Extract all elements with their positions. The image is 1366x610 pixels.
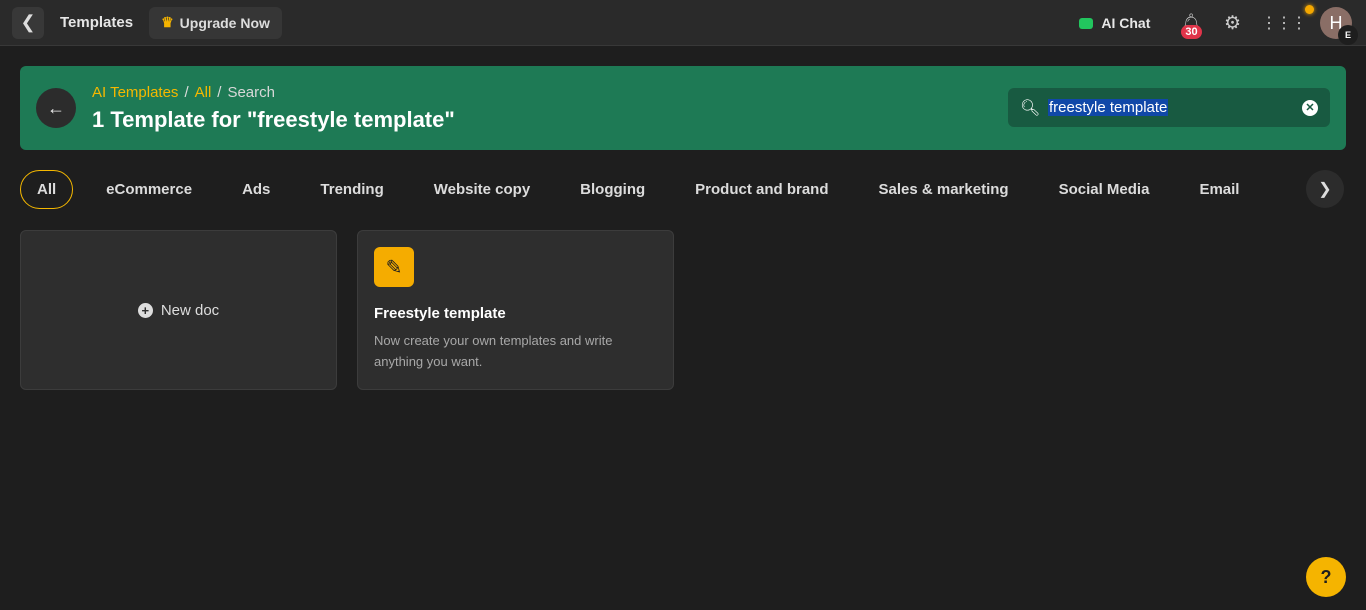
tab-email[interactable]: Email bbox=[1174, 170, 1264, 209]
new-doc-label: New doc bbox=[160, 301, 220, 319]
chevron-right-icon: ❯ bbox=[1318, 181, 1332, 198]
search-icon: 🔍︎ bbox=[1020, 99, 1041, 117]
breadcrumb-ai-templates[interactable]: AI Templates bbox=[92, 84, 178, 101]
results-heading: 1 Template for "freestyle template" bbox=[92, 107, 455, 132]
tab-website-copy[interactable]: Website copy bbox=[409, 170, 555, 209]
ai-chat-button[interactable]: AI Chat bbox=[1079, 15, 1150, 31]
grid-icon: ⋮⋮⋮ bbox=[1261, 15, 1307, 32]
chat-icon bbox=[1079, 17, 1094, 29]
apps-button[interactable]: ⋮⋮⋮ bbox=[1261, 5, 1314, 33]
clear-search-icon[interactable]: ✕ bbox=[1302, 99, 1318, 116]
new-doc-card[interactable]: + New doc bbox=[20, 230, 337, 390]
breadcrumb-all[interactable]: All bbox=[195, 84, 212, 101]
status-dot bbox=[1305, 5, 1314, 14]
workspace-badge: E bbox=[1338, 25, 1358, 45]
template-card[interactable]: ✎ Freestyle template Now create your own… bbox=[357, 230, 674, 390]
breadcrumb-separator: / bbox=[184, 84, 189, 101]
tab-blogging[interactable]: Blogging bbox=[555, 170, 670, 209]
arrow-left-icon: ← bbox=[47, 97, 65, 118]
pencil-icon: ✎ bbox=[374, 247, 414, 287]
tab-product-and-brand[interactable]: Product and brand bbox=[670, 170, 853, 209]
banner-back-button[interactable]: ← bbox=[36, 88, 76, 128]
breadcrumb: AI Templates / All / Search bbox=[92, 84, 275, 101]
search-input[interactable]: 🔍︎ freestyle template ✕ bbox=[1008, 88, 1330, 127]
template-name: Freestyle template bbox=[374, 305, 506, 322]
crown-icon: ♛ bbox=[161, 14, 174, 30]
back-button[interactable]: ❮ bbox=[12, 6, 44, 39]
page-title: Templates bbox=[60, 14, 134, 31]
chevron-left-icon: ❮ bbox=[20, 12, 36, 32]
tab-ecommerce[interactable]: eCommerce bbox=[81, 170, 217, 209]
tab-trending[interactable]: Trending bbox=[295, 170, 408, 209]
search-value[interactable]: freestyle template bbox=[1048, 99, 1169, 116]
avatar[interactable]: HE bbox=[1320, 7, 1358, 45]
breadcrumb-separator: / bbox=[217, 84, 222, 101]
upgrade-label: Upgrade Now bbox=[179, 14, 270, 31]
tab-ads[interactable]: Ads bbox=[217, 170, 295, 209]
tab-sales-marketing[interactable]: Sales & marketing bbox=[854, 170, 1034, 209]
help-button[interactable]: ? bbox=[1306, 557, 1346, 597]
notifications-button[interactable]: 🔔︎ 30 bbox=[1180, 13, 1202, 39]
tab-social-media[interactable]: Social Media bbox=[1034, 170, 1175, 209]
breadcrumb-search: Search bbox=[227, 84, 275, 101]
category-tabs: All eCommerce Ads Trending Website copy … bbox=[20, 170, 1264, 209]
gear-icon: ⚙ bbox=[1223, 12, 1241, 34]
search-banner: ← AI Templates / All / Search 1 Template for… bbox=[20, 66, 1346, 150]
upgrade-button[interactable]: ♛ Upgrade Now bbox=[149, 6, 282, 39]
settings-button[interactable]: ⚙ bbox=[1224, 12, 1241, 35]
top-bar: ❮ Templates ♛ Upgrade Now AI Chat 🔔︎ 30 ⚙ … bbox=[0, 0, 1366, 46]
tab-all[interactable]: All bbox=[20, 170, 74, 209]
ai-chat-label: AI Chat bbox=[1101, 15, 1151, 31]
template-description: Now create your own templates and write … bbox=[374, 333, 613, 369]
notification-badge: 30 bbox=[1181, 25, 1202, 39]
tabs-next-button[interactable]: ❯ bbox=[1306, 170, 1344, 208]
plus-circle-icon: + bbox=[137, 302, 153, 318]
